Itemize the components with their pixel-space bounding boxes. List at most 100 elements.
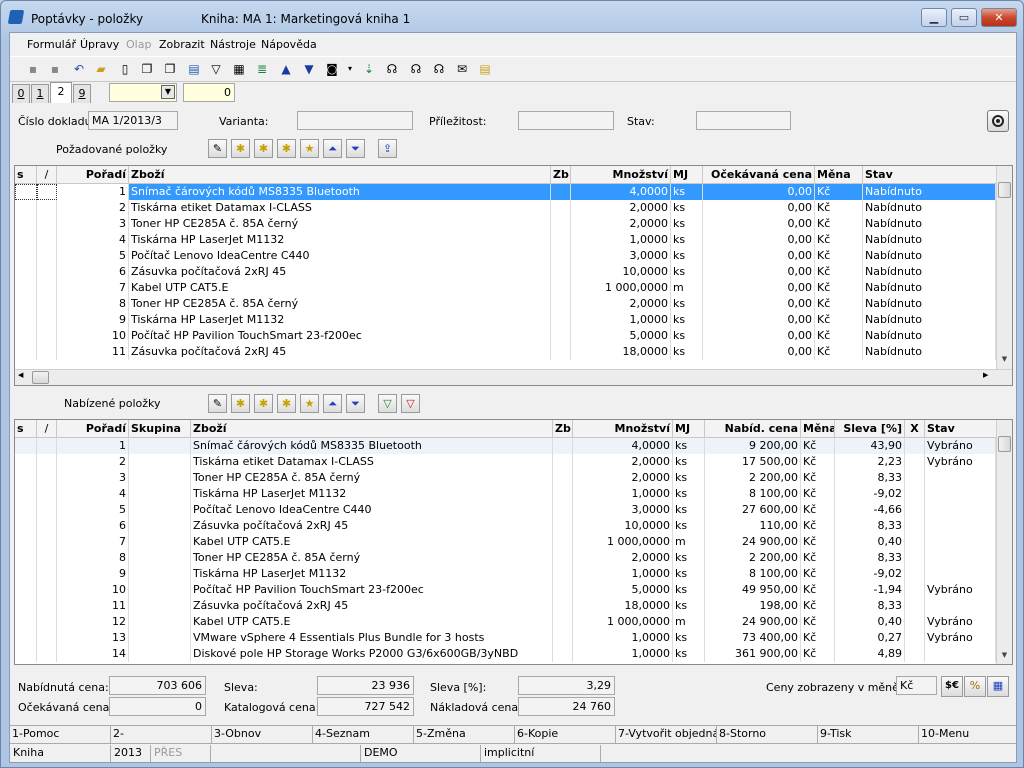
table-row[interactable]: 7 Kabel UTP CAT5.E 1 000,0000 m 24 900,00 Kč 0… [15, 534, 996, 550]
menu-olap[interactable]: Olap [126, 38, 151, 51]
fkey-5[interactable]: 5-Změna [414, 726, 515, 743]
table-row[interactable]: 3 Toner HP CE285A č. 85A černý 2,0000 ks 2 2… [15, 470, 996, 486]
menu-napoveda[interactable]: Nápověda [261, 38, 317, 51]
fkey-8[interactable]: 8-Storno [717, 726, 818, 743]
req-add-plus-button[interactable]: ✱ [254, 139, 273, 158]
fkey-9[interactable]: 9-Tisk [818, 726, 919, 743]
prilezitost-field[interactable] [518, 111, 614, 130]
table-row[interactable]: 8 Toner HP CE285A č. 85A černý 2,0000 ks 2 2… [15, 550, 996, 566]
col-x[interactable]: X [905, 420, 925, 437]
table-row[interactable]: 10 Počítač HP Pavilion TouchSmart 23-f200… [15, 582, 996, 598]
col-mj[interactable]: MJ [671, 166, 703, 183]
off-add-plus-button[interactable]: ✱ [254, 394, 273, 413]
filter-icon[interactable]: ▽ [208, 61, 224, 77]
table-row[interactable]: 2 Tiskárna etiket Datamax I-CLASS 2,0000 ks… [15, 454, 996, 470]
fkey-4[interactable]: 4-Seznam [313, 726, 414, 743]
copy-icon[interactable]: ❐ [139, 61, 155, 77]
table-row[interactable]: 11 Zásuvka počítačová 2xRJ 45 18,0000 ks 198… [15, 598, 996, 614]
table-row[interactable]: 4 Tiskárna HP LaserJet M1132 1,0000 ks 8 100… [15, 486, 996, 502]
col-s[interactable]: s [15, 166, 37, 183]
title-bar[interactable]: Poptávky - položky Kniha: MA 1: Marketin… [1, 1, 1023, 31]
table-row[interactable]: 5 Počítač Lenovo IdeaCentre C440 3,0000 ks 0… [15, 248, 996, 264]
menu-formular[interactable]: Formulář [27, 38, 76, 51]
scroll-right-icon[interactable]: ▶ [983, 371, 988, 379]
off-move-up-button[interactable]: ⏶ [323, 394, 342, 413]
table-row[interactable]: 7 Kabel UTP CAT5.E 1 000,0000 m 0,00 Kč Nabídn… [15, 280, 996, 296]
col-zb[interactable]: Zb [553, 420, 573, 437]
table-row[interactable]: 11 Zásuvka počítačová 2xRJ 45 18,0000 ks 0,0… [15, 344, 996, 360]
table-row[interactable]: 5 Počítač Lenovo IdeaCentre C440 3,0000 ks 2… [15, 502, 996, 518]
req-add-minus-button[interactable]: ✱ [277, 139, 296, 158]
grid-button[interactable]: ▦ [987, 676, 1009, 697]
table-row[interactable]: 10 Počítač HP Pavilion TouchSmart 23-f200… [15, 328, 996, 344]
currency-button[interactable]: $€ [941, 676, 963, 697]
col-skupina[interactable]: Skupina [129, 420, 191, 437]
menu-zobrazit[interactable]: Zobrazit [159, 38, 205, 51]
col-poradi[interactable]: Pořadí [57, 166, 129, 183]
col-zbozi[interactable]: Zboží [191, 420, 553, 437]
col-mnozstvi[interactable]: Množství [571, 166, 671, 183]
tab-9[interactable]: 9 [73, 84, 91, 103]
cislo-dokladu-field[interactable]: MA 1/2013/3 [88, 111, 178, 130]
paste-icon[interactable]: ❐ [162, 61, 178, 77]
col-zb[interactable]: Zb [551, 166, 571, 183]
varianta-field[interactable] [297, 111, 413, 130]
col-mena[interactable]: Měna [801, 420, 835, 437]
undo-icon[interactable]: ↶ [71, 61, 87, 77]
close-button[interactable]: ✕ [981, 8, 1017, 27]
fkey-10[interactable]: 10-Menu [919, 726, 1016, 743]
table-row[interactable]: 8 Toner HP CE285A č. 85A černý 2,0000 ks 0,0… [15, 296, 996, 312]
table-row[interactable]: 2 Tiskárna etiket Datamax I-CLASS 2,0000 ks… [15, 200, 996, 216]
col-sleva[interactable]: Sleva [%] [835, 420, 905, 437]
req-move-up-button[interactable]: ⏶ [323, 139, 342, 158]
scroll-left-icon[interactable]: ◀ [18, 371, 23, 379]
table-row[interactable]: 9 Tiskárna HP LaserJet M1132 1,0000 ks 0,00 K… [15, 312, 996, 328]
col-slash[interactable]: / [37, 420, 57, 437]
menu-upravy[interactable]: Úpravy [80, 38, 119, 51]
stav-field[interactable] [696, 111, 791, 130]
mena-field[interactable]: Kč [896, 676, 937, 695]
scroll-down-icon[interactable]: ▼ [997, 648, 1012, 662]
save-all-icon[interactable]: ▪ [47, 61, 63, 77]
new-document-icon[interactable]: ▯ [117, 61, 133, 77]
requested-hscrollbar[interactable]: ◀ ▶ [15, 369, 1012, 385]
off-add-button[interactable]: ✱ [231, 394, 250, 413]
dropdown-icon[interactable]: ▾ [342, 61, 358, 77]
notes-icon[interactable]: ▤ [477, 61, 493, 77]
table-row[interactable]: 1 Snímač čárových kódů MS8335 Bluetooth 4,… [15, 438, 996, 454]
table-row[interactable]: 1 Snímač čárových kódů MS8335 Bluetooth 4,… [15, 184, 996, 200]
table-row[interactable]: 3 Toner HP CE285A č. 85A černý 2,0000 ks 0,0… [15, 216, 996, 232]
table-row[interactable]: 13 VMware vSphere 4 Essentials Plus Bundl… [15, 630, 996, 646]
hscroll-thumb[interactable] [32, 371, 49, 384]
off-add-minus-button[interactable]: ✱ [277, 394, 296, 413]
table-row[interactable]: 14 Diskové pole HP Storage Works P2000 G3… [15, 646, 996, 662]
sort-icon[interactable]: ⇣ [361, 61, 377, 77]
open-folder-icon[interactable]: ▰ [93, 61, 109, 77]
find-next-icon[interactable]: ☊ [408, 61, 424, 77]
off-star-button[interactable]: ★ [300, 394, 319, 413]
col-ocekavana[interactable]: Očekávaná cena [703, 166, 815, 183]
percent-button[interactable]: % [964, 676, 986, 697]
document-filter-icon[interactable]: ▦ [231, 61, 247, 77]
table-row[interactable]: 6 Zásuvka počítačová 2xRJ 45 10,0000 ks 0,00… [15, 264, 996, 280]
col-s[interactable]: s [15, 420, 37, 437]
off-move-down-button[interactable]: ⏷ [346, 394, 365, 413]
table-row[interactable]: 12 Kabel UTP CAT5.E 1 000,0000 m 24 900,00 Kč… [15, 614, 996, 630]
col-stav[interactable]: Stav [925, 420, 996, 437]
camera-icon[interactable]: ◙ [324, 61, 340, 77]
col-poradi[interactable]: Pořadí [57, 420, 129, 437]
scrollbar-thumb[interactable] [998, 436, 1011, 452]
menu-nastroje[interactable]: Nástroje [210, 38, 256, 51]
fkey-3[interactable]: 3-Obnov [212, 726, 313, 743]
requested-vscrollbar[interactable]: ▼ [996, 166, 1012, 369]
scrollbar-thumb[interactable] [998, 182, 1011, 198]
arrow-down-icon[interactable]: ▼ [301, 61, 317, 77]
scroll-down-icon[interactable]: ▼ [997, 352, 1012, 366]
col-slash[interactable]: / [37, 166, 57, 183]
req-add-button[interactable]: ✱ [231, 139, 250, 158]
fkey-1[interactable]: 1-Pomoc [10, 726, 111, 743]
col-nabid-cena[interactable]: Nabíd. cena [705, 420, 801, 437]
fkey-2[interactable]: 2- [111, 726, 212, 743]
tab-0[interactable]: 0 [12, 84, 30, 103]
book-icon[interactable]: ▤ [186, 61, 202, 77]
